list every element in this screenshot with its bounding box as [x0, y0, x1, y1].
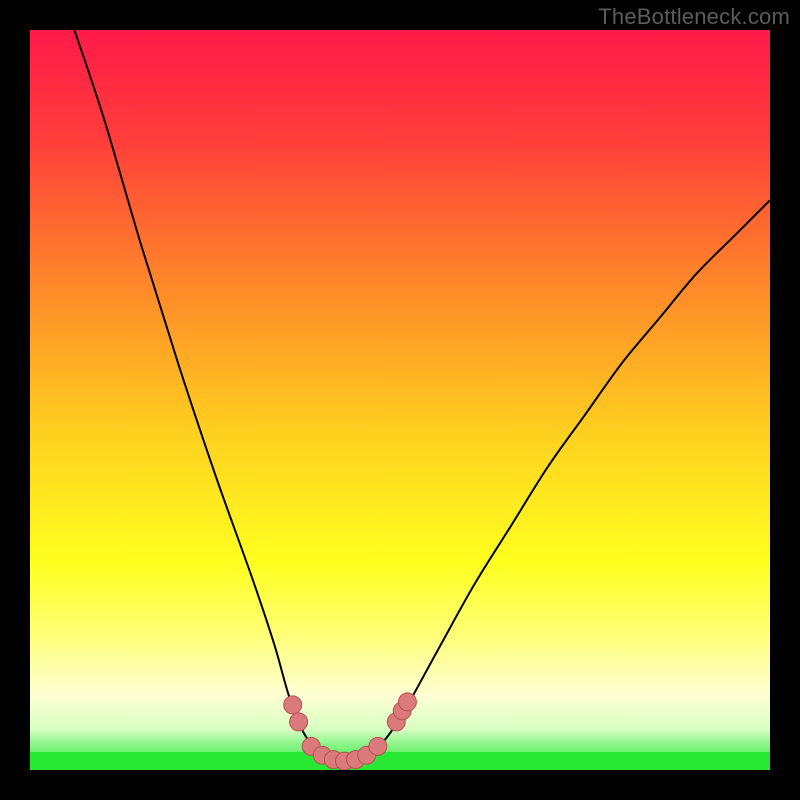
chart-gradient-bg [30, 30, 770, 770]
curve-marker [398, 693, 416, 711]
bottleneck-chart [30, 30, 770, 770]
watermark-text: TheBottleneck.com [598, 4, 790, 30]
curve-marker [284, 696, 302, 714]
curve-marker [290, 713, 308, 731]
curve-marker [369, 737, 387, 755]
chart-green-band [30, 752, 770, 770]
chart-frame: TheBottleneck.com [0, 0, 800, 800]
